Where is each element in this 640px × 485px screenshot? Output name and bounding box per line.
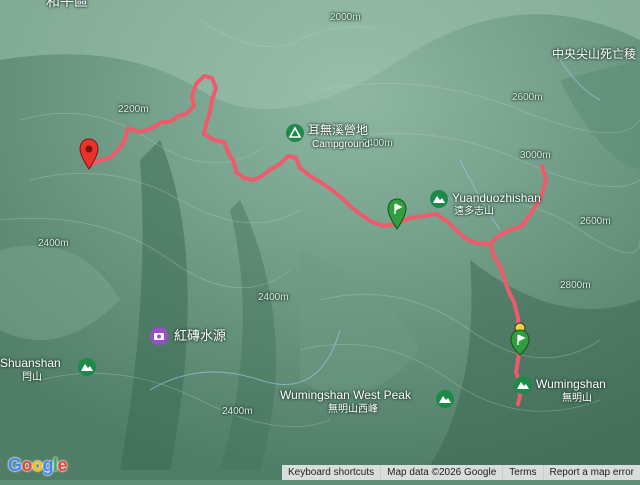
waypoint-flag-icon[interactable]: [387, 198, 407, 230]
shuanshan-peak-icon[interactable]: [78, 358, 96, 376]
wumingshan-name-cn: 無明山: [562, 393, 592, 404]
shuanshan-name-cn: 閂山: [22, 372, 42, 383]
wumingshan-name-en: Wumingshan: [536, 377, 606, 391]
shuanshan-name-en: Shuanshan: [0, 356, 61, 370]
viewpoint-icon[interactable]: [150, 327, 168, 345]
end-flag-icon[interactable]: [510, 322, 530, 356]
start-pin-icon[interactable]: [79, 138, 99, 170]
wumingshan-peak-icon[interactable]: [514, 376, 532, 394]
west-peak-icon[interactable]: [436, 390, 454, 408]
hongzhuan-name: 紅磚水源: [174, 328, 227, 343]
report-error-link[interactable]: Report a map error: [542, 465, 640, 480]
route-track: [88, 74, 548, 406]
campground-name-en: Campground: [312, 139, 370, 150]
region-label-top-left: 和平區: [46, 0, 88, 9]
campground-icon[interactable]: [286, 124, 304, 142]
campground-name-cn: 耳無溪營地: [308, 123, 369, 137]
keyboard-shortcuts-link[interactable]: Keyboard shortcuts: [282, 465, 380, 480]
peak-icon[interactable]: [430, 190, 448, 208]
map-footer: Keyboard shortcuts Map data ©2026 Google…: [281, 465, 640, 480]
west-peak-name-en: Wumingshan West Peak: [280, 388, 411, 402]
west-peak-name-cn: 無明山西峰: [328, 404, 378, 415]
map-data-attribution: Map data ©2026 Google: [380, 465, 502, 480]
google-logo[interactable]: Google: [8, 455, 68, 476]
yuanduo-name-cn: 遠多志山: [454, 206, 494, 217]
map-canvas[interactable]: 2200m 2400m 2400m 2400m 2400m 2600m 2600…: [0, 0, 640, 480]
yuanduo-name-en: Yuanduozhishan: [452, 191, 541, 205]
terms-link[interactable]: Terms: [502, 465, 542, 480]
region-label-top-right: 中央尖山死亡稜: [552, 47, 637, 61]
